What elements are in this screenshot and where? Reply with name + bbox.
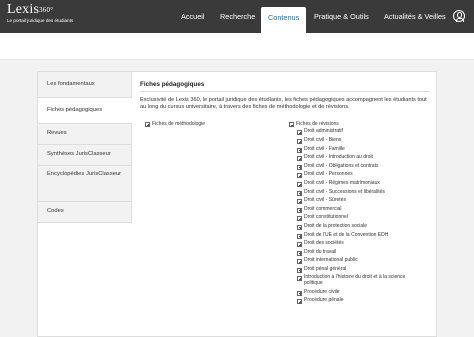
tree-child-label[interactable]: Introduction à l'histoire du droit et à …	[304, 275, 408, 286]
content-panel: Les fondamentaux Fiches pédagogiques Rev…	[37, 71, 437, 337]
main-content: Fiches pédagogiques Exclusivité de Lexis…	[140, 81, 430, 112]
revisions-list: Droit administratif Droit civil - Biens Dr…	[297, 128, 434, 305]
tree-child-label[interactable]: Droit civil - Régimes matrimoniaux	[304, 180, 408, 187]
tree-label-methodologie[interactable]: Fiches de méthodologie	[152, 121, 205, 128]
expand-plus-icon[interactable]	[297, 216, 302, 222]
tree-child-item[interactable]: Droit pénal général	[297, 266, 434, 275]
expand-plus-icon[interactable]	[297, 199, 302, 205]
nav-pratique-outils[interactable]: Pratique & Outils	[314, 7, 369, 27]
expand-plus-icon[interactable]	[297, 138, 302, 144]
expand-plus-icon[interactable]	[297, 267, 302, 273]
page-description: Exclusivité de Lexis 360, le portail jur…	[140, 97, 427, 111]
lexis-logo[interactable]: Lexis360° Le portail juridique des étudi…	[7, 2, 77, 24]
tree-label-revisions[interactable]: Fiches de révisions	[296, 121, 339, 128]
logo-tagline: Le portail juridique des étudiants	[7, 18, 74, 23]
expand-plus-icon[interactable]	[297, 276, 302, 282]
sidebar-item-revues[interactable]: Revues	[38, 124, 131, 145]
tree-child-label[interactable]: Droit commercial	[304, 206, 408, 213]
tree-child-item[interactable]: Droit international public	[297, 257, 434, 266]
expand-plus-icon[interactable]	[297, 224, 302, 230]
expand-plus-icon[interactable]	[297, 259, 302, 265]
tree-child-label[interactable]: Procédure civile	[304, 289, 408, 296]
tree-child-label[interactable]: Droit constitutionnel	[304, 215, 408, 221]
sidebar-item-encyclopedies[interactable]: Encyclopédies JurisClasseur	[38, 166, 131, 202]
nav-recherche[interactable]: Recherche	[220, 7, 255, 27]
tree-child-item[interactable]: Droit commercial	[297, 205, 434, 214]
tree-child-item[interactable]: Procédure civile	[297, 288, 434, 297]
tree-child-item[interactable]: Droit de l'UE et de la Convention EDH	[297, 231, 434, 240]
user-account-icon[interactable]	[453, 10, 465, 22]
tree-child-label[interactable]: Droit civil - Introduction au droit	[304, 155, 408, 161]
tree-child-item[interactable]: Droit civil - Sûretés	[297, 197, 434, 206]
tree-child-label[interactable]: Droit de la protection sociale	[304, 223, 408, 230]
tree-methodologie: Fiches de méthodologie	[145, 121, 205, 128]
expand-plus-icon[interactable]	[297, 233, 302, 239]
tree-child-label[interactable]: Droit international public	[304, 258, 408, 264]
expand-plus-icon[interactable]	[145, 122, 150, 127]
tree-child-label[interactable]: Droit civil - Obligations et contrats	[304, 163, 408, 170]
tree-child-label[interactable]: Droit civil - Famille	[304, 146, 408, 153]
expand-plus-icon[interactable]	[297, 164, 302, 170]
sidebar-item-codes[interactable]: Codes	[38, 202, 131, 223]
top-navigation-bar: Lexis360° Le portail juridique des étudi…	[0, 0, 474, 33]
tree-child-item[interactable]: Droit civil - Famille	[297, 145, 434, 154]
tree-child-label[interactable]: Droit civil - Personnes	[304, 172, 408, 178]
sidebar-item-syntheses[interactable]: Synthèses JurisClasseur	[38, 145, 131, 166]
tree-child-label[interactable]: Droit civil - Sûretés	[304, 198, 408, 204]
tree-child-item[interactable]: Droit du travail	[297, 248, 434, 257]
tree-child-item[interactable]: Droit civil - Personnes	[297, 171, 434, 180]
expand-plus-icon[interactable]	[297, 173, 302, 179]
logo-text: Lexis	[7, 2, 40, 17]
tree-child-item[interactable]: Droit civil - Successions et libéralités	[297, 188, 434, 197]
sidebar-item-fiches-pedagogiques[interactable]: Fiches pédagogiques	[38, 98, 132, 124]
nav-contenus[interactable]: Contenus	[261, 7, 307, 33]
tree-child-item[interactable]: Droit constitutionnel	[297, 214, 434, 223]
tree-child-item[interactable]: Droit civil - Régimes matrimoniaux	[297, 180, 434, 189]
collapse-minus-icon[interactable]	[289, 122, 294, 127]
logo-superscript: 360°	[39, 6, 54, 14]
expand-plus-icon[interactable]	[297, 250, 302, 256]
title-divider	[140, 91, 430, 92]
tree-child-label[interactable]: Droit civil - Biens	[304, 137, 408, 144]
tree-child-item[interactable]: Droit de la protection sociale	[297, 223, 434, 232]
tree-child-item[interactable]: Droit civil - Introduction au droit	[297, 154, 434, 163]
tree-child-item[interactable]: Droit des sociétés	[297, 240, 434, 249]
tree-child-item[interactable]: Droit administratif	[297, 128, 434, 137]
nav-accueil[interactable]: Accueil	[181, 7, 205, 27]
nav-actualites-veilles[interactable]: Actualités & Veilles	[384, 7, 446, 27]
page-title: Fiches pédagogiques	[140, 81, 205, 88]
tree-child-item[interactable]: Droit civil - Obligations et contrats	[297, 162, 434, 171]
expand-plus-icon[interactable]	[297, 130, 302, 136]
tree-child-item[interactable]: Introduction à l'histoire du droit et à …	[297, 274, 434, 288]
sidebar-item-fondamentaux[interactable]: Les fondamentaux	[38, 72, 131, 98]
tree-child-label[interactable]: Droit des sociétés	[304, 241, 408, 247]
tree-child-label[interactable]: Droit de l'UE et de la Convention EDH	[304, 232, 408, 239]
expand-plus-icon[interactable]	[297, 242, 302, 248]
header-band	[0, 33, 474, 60]
expand-plus-icon[interactable]	[297, 207, 302, 213]
expand-plus-icon[interactable]	[297, 156, 302, 162]
expand-plus-icon[interactable]	[297, 190, 302, 196]
expand-plus-icon[interactable]	[297, 147, 302, 153]
tree-child-label[interactable]: Droit pénal général	[304, 266, 408, 273]
expand-plus-icon[interactable]	[297, 290, 302, 296]
tree-child-item[interactable]: Procédure pénale	[297, 297, 434, 306]
sidebar: Les fondamentaux Fiches pédagogiques Rev…	[38, 72, 132, 223]
tree-child-label[interactable]: Droit civil - Successions et libéralités	[304, 189, 408, 196]
expand-plus-icon[interactable]	[297, 181, 302, 187]
tree-child-label[interactable]: Droit administratif	[304, 129, 408, 135]
tree-child-label[interactable]: Droit du travail	[304, 249, 408, 256]
expand-plus-icon[interactable]	[297, 299, 302, 305]
tree-revisions: Fiches de révisions Droit administratif D…	[289, 121, 434, 305]
tree-child-label[interactable]: Procédure pénale	[304, 298, 408, 304]
tree-child-item[interactable]: Droit civil - Biens	[297, 137, 434, 146]
